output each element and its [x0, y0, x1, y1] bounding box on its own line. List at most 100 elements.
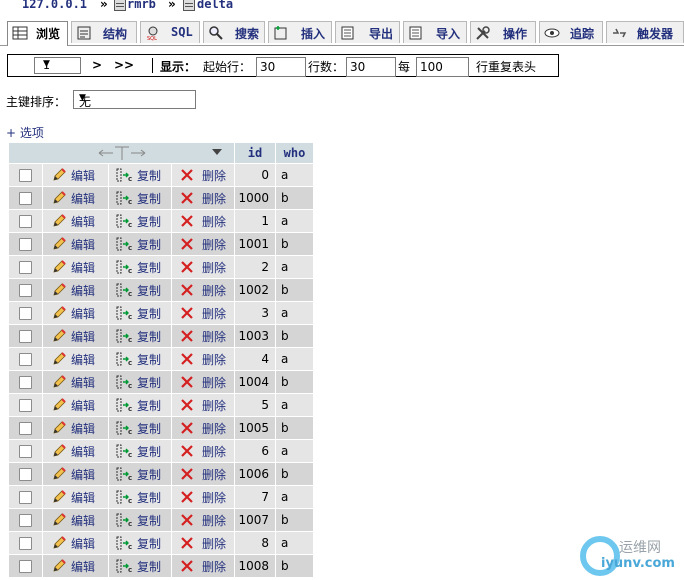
delete-button[interactable]: 删除	[172, 233, 234, 255]
row-checkbox[interactable]	[19, 399, 32, 412]
edit-button[interactable]: 编辑	[43, 325, 108, 347]
row-checkbox[interactable]	[19, 169, 32, 182]
row-checkbox[interactable]	[19, 330, 32, 343]
row-checkbox[interactable]	[19, 376, 32, 389]
copy-label: 复制	[137, 398, 162, 413]
copy-button[interactable]: c 复制	[109, 440, 171, 462]
tab-import[interactable]: 导入	[403, 21, 467, 43]
copy-button[interactable]: c 复制	[109, 164, 171, 186]
column-header-id[interactable]: id	[235, 143, 275, 163]
row-checkbox[interactable]	[19, 560, 32, 573]
edit-button[interactable]: 编辑	[43, 463, 108, 485]
tab-tracking[interactable]: 追踪	[539, 21, 603, 43]
edit-button[interactable]: 编辑	[43, 440, 108, 462]
delete-button[interactable]: 删除	[172, 555, 234, 577]
delete-button[interactable]: 删除	[172, 394, 234, 416]
copy-button[interactable]: c 复制	[109, 394, 171, 416]
delete-button[interactable]: 删除	[172, 371, 234, 393]
tab-search[interactable]: 搜索	[203, 21, 265, 43]
delete-button[interactable]: 删除	[172, 509, 234, 531]
copy-button[interactable]: c 复制	[109, 279, 171, 301]
copy-button[interactable]: c 复制	[109, 555, 171, 577]
copy-button[interactable]: c 复制	[109, 187, 171, 209]
tab-structure[interactable]: 结构	[71, 21, 137, 43]
row-checkbox[interactable]	[19, 491, 32, 504]
copy-button[interactable]: c 复制	[109, 371, 171, 393]
delete-button[interactable]: 删除	[172, 440, 234, 462]
delete-button[interactable]: 删除	[172, 325, 234, 347]
delete-button[interactable]: 删除	[172, 279, 234, 301]
edit-button[interactable]: 编辑	[43, 555, 108, 577]
edit-button[interactable]: 编辑	[43, 256, 108, 278]
row-checkbox[interactable]	[19, 353, 32, 366]
delete-button[interactable]: 删除	[172, 164, 234, 186]
tab-triggers[interactable]: 触发器	[606, 21, 684, 43]
copy-button[interactable]: c 复制	[109, 509, 171, 531]
edit-button[interactable]: 编辑	[43, 348, 108, 370]
copy-button[interactable]: c 复制	[109, 233, 171, 255]
copy-button[interactable]: c 复制	[109, 417, 171, 439]
breadcrumb-database[interactable]: rmrb	[127, 0, 156, 11]
tab-insert[interactable]: 插入	[268, 21, 332, 43]
repeat-header-input[interactable]: 100	[416, 57, 469, 77]
row-checkbox[interactable]	[19, 445, 32, 458]
column-resize-header[interactable]	[9, 143, 234, 163]
breadcrumb-table[interactable]: delta	[197, 0, 233, 11]
delete-button[interactable]: 删除	[172, 463, 234, 485]
copy-button[interactable]: c 复制	[109, 210, 171, 232]
edit-button[interactable]: 编辑	[43, 394, 108, 416]
delete-button[interactable]: 删除	[172, 486, 234, 508]
copy-icon: c	[116, 283, 132, 298]
tab-sql[interactable]: SQL SQL	[140, 21, 200, 43]
copy-button[interactable]: c 复制	[109, 325, 171, 347]
row-checkbox[interactable]	[19, 422, 32, 435]
row-checkbox[interactable]	[19, 284, 32, 297]
row-checkbox[interactable]	[19, 261, 32, 274]
cell-id: 8	[235, 532, 275, 554]
last-page-button[interactable]: >>	[114, 58, 134, 72]
primary-key-select[interactable]: 无 ▼	[73, 90, 196, 109]
delete-button[interactable]: 删除	[172, 210, 234, 232]
next-page-button[interactable]: >	[92, 58, 102, 72]
row-checkbox[interactable]	[19, 307, 32, 320]
edit-button[interactable]: 编辑	[43, 486, 108, 508]
tab-export[interactable]: 导出	[335, 21, 400, 43]
copy-button[interactable]: c 复制	[109, 256, 171, 278]
edit-button[interactable]: 编辑	[43, 187, 108, 209]
row-checkbox[interactable]	[19, 468, 32, 481]
row-checkbox[interactable]	[19, 537, 32, 550]
column-header-who[interactable]: who	[276, 143, 313, 163]
edit-button[interactable]: 编辑	[43, 164, 108, 186]
breadcrumb-server[interactable]: 127.0.0.1	[22, 0, 87, 11]
edit-button[interactable]: 编辑	[43, 532, 108, 554]
row-checkbox[interactable]	[19, 215, 32, 228]
copy-button[interactable]: c 复制	[109, 463, 171, 485]
copy-button[interactable]: c 复制	[109, 348, 171, 370]
delete-button[interactable]: 删除	[172, 348, 234, 370]
edit-button[interactable]: 编辑	[43, 210, 108, 232]
row-count-input[interactable]: 30	[346, 57, 396, 77]
edit-button[interactable]: 编辑	[43, 233, 108, 255]
svg-text:c: c	[128, 198, 132, 206]
copy-button[interactable]: c 复制	[109, 532, 171, 554]
page-select[interactable]: 1 ▼	[34, 57, 81, 74]
tab-operations[interactable]: 操作	[470, 21, 536, 43]
row-checkbox[interactable]	[19, 238, 32, 251]
options-link[interactable]: + 选项	[6, 124, 44, 141]
row-checkbox[interactable]	[19, 514, 32, 527]
copy-button[interactable]: c 复制	[109, 486, 171, 508]
delete-button[interactable]: 删除	[172, 187, 234, 209]
edit-button[interactable]: 编辑	[43, 371, 108, 393]
edit-button[interactable]: 编辑	[43, 417, 108, 439]
edit-button[interactable]: 编辑	[43, 509, 108, 531]
copy-button[interactable]: c 复制	[109, 302, 171, 324]
delete-button[interactable]: 删除	[172, 532, 234, 554]
row-checkbox[interactable]	[19, 192, 32, 205]
delete-button[interactable]: 删除	[172, 302, 234, 324]
delete-button[interactable]: 删除	[172, 256, 234, 278]
tab-browse[interactable]: 浏览	[7, 21, 68, 46]
edit-button[interactable]: 编辑	[43, 279, 108, 301]
edit-button[interactable]: 编辑	[43, 302, 108, 324]
delete-button[interactable]: 删除	[172, 417, 234, 439]
start-row-input[interactable]: 30	[256, 57, 306, 77]
